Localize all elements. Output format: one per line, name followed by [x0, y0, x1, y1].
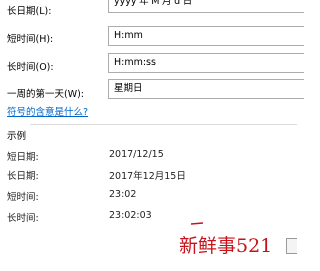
example-short-date-value: 2017/12/15 — [109, 149, 164, 160]
window-edge-icon — [286, 238, 297, 254]
long-date-format-field[interactable]: yyyy'年'M'月'd'日' — [108, 0, 304, 13]
example-short-date-label: 短日期: — [7, 152, 39, 163]
example-long-time-label: 长时间: — [7, 213, 39, 224]
example-long-time-value: 23:02:03 — [109, 210, 152, 221]
watermark-text: 新鲜事521 — [179, 235, 273, 257]
watermark-accent-mark — [191, 222, 203, 225]
short-time-format-field[interactable]: H:mm — [108, 26, 304, 46]
symbols-help-link[interactable]: 符号的含意是什么? — [7, 104, 88, 118]
examples-heading: 示例 — [7, 131, 27, 142]
short-time-label: 短时间(H): — [7, 34, 54, 45]
example-short-time-label: 短时间: — [7, 192, 39, 203]
example-long-date-value: 2017年12月15日 — [109, 171, 186, 182]
example-long-date-label: 长日期: — [7, 171, 39, 182]
first-day-of-week-select[interactable]: 星期日 — [108, 79, 304, 99]
long-date-label: 长日期(L): — [7, 6, 52, 17]
long-time-label: 长时间(O): — [7, 62, 54, 73]
first-day-of-week-label: 一周的第一天(W): — [7, 89, 85, 100]
example-short-time-value: 23:02 — [109, 189, 137, 200]
examples-divider — [30, 124, 297, 125]
long-time-format-field[interactable]: H:mm:ss — [108, 53, 304, 73]
